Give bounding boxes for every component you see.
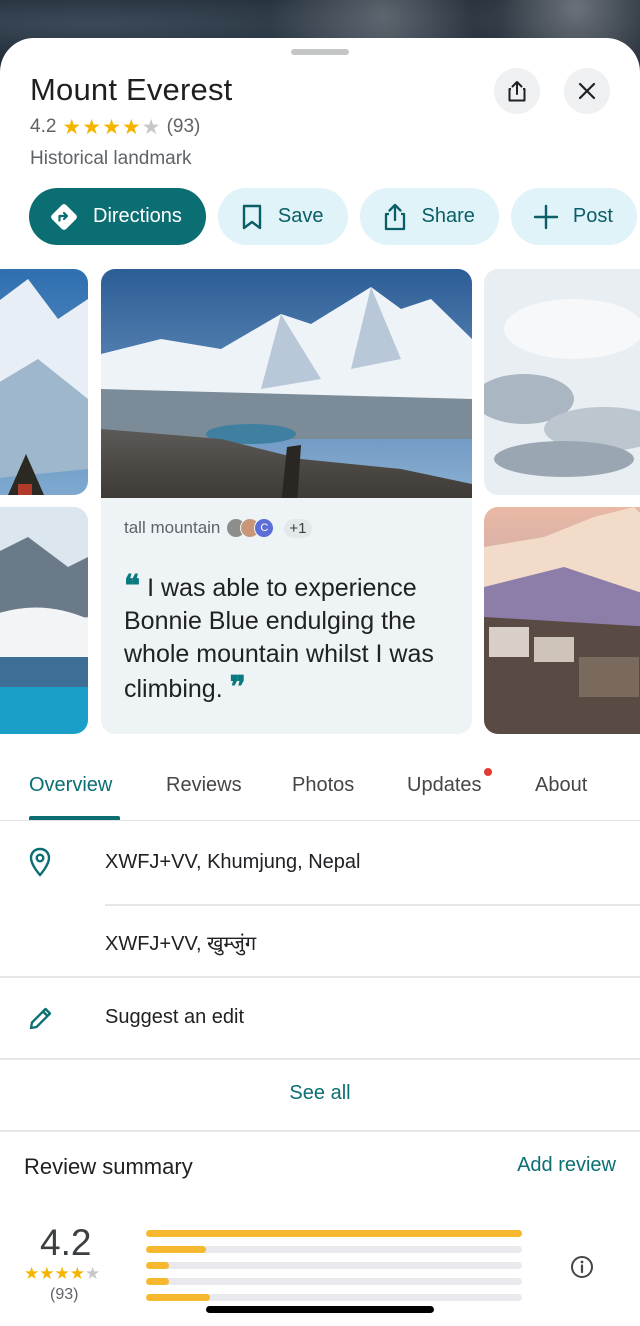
tab-reviews[interactable]: Reviews — [166, 774, 242, 797]
local-plus-code: XWFJ+VV, खुम्जुंग — [105, 933, 257, 955]
rating-stars: ★ ★ ★ ★ ★ — [62, 117, 160, 138]
directions-label: Directions — [93, 205, 182, 227]
share-button[interactable]: Share — [359, 188, 499, 245]
share-icon — [384, 203, 405, 230]
location-pin-icon — [29, 847, 51, 877]
save-label: Save — [277, 205, 324, 227]
photo-thumbnail[interactable] — [0, 507, 88, 734]
review-source-label: tall mountain — [124, 518, 221, 537]
suggest-edit-row[interactable]: Suggest an edit — [0, 977, 640, 1057]
directions-icon — [51, 203, 77, 230]
featured-photo[interactable] — [101, 269, 472, 505]
star-empty-icon: ★ — [141, 115, 161, 139]
add-review-button[interactable]: Add review — [517, 1154, 616, 1177]
open-quote-icon: ❝ — [124, 569, 141, 604]
star-icon: ★ — [102, 115, 121, 139]
tab-photos[interactable]: Photos — [292, 774, 354, 797]
place-title: Mount Everest — [30, 72, 233, 107]
reviewer-avatars: C — [226, 518, 275, 538]
rating-bar-fill — [146, 1230, 522, 1237]
photo-thumbnail[interactable] — [484, 269, 640, 495]
close-quote-icon: ❞ — [229, 670, 246, 705]
post-label: Post — [572, 205, 613, 227]
review-quote: ❝ I was able to experience Bonnie Blue e… — [124, 570, 454, 706]
star-icon: ★ — [82, 115, 102, 139]
bookmark-icon — [242, 204, 262, 229]
star-icon: ★ — [39, 1264, 55, 1283]
rating-bar-fill — [146, 1294, 210, 1301]
star-icon: ★ — [24, 1264, 40, 1283]
rating-bar-2 — [146, 1278, 522, 1285]
sheet-drag-handle[interactable] — [291, 49, 349, 55]
close-icon — [578, 82, 596, 100]
mountain-photo — [0, 269, 88, 495]
plus-code: XWFJ+VV, Khumjung, Nepal — [105, 851, 361, 873]
review-summary-title: Review summary — [24, 1154, 193, 1179]
review-text: I was able to experience Bonnie Blue end… — [124, 574, 434, 703]
mountain-photo — [0, 507, 88, 734]
share-sheet-button[interactable] — [494, 68, 540, 114]
avatar: C — [254, 518, 275, 538]
rating-bar-3 — [146, 1262, 522, 1269]
summary-stars: ★ ★ ★ ★ ★ — [24, 1264, 100, 1284]
review-source: tall mountain C +1 — [124, 518, 312, 538]
star-icon: ★ — [121, 115, 141, 139]
tab-overview[interactable]: Overview — [29, 774, 112, 797]
star-icon: ★ — [69, 1264, 85, 1283]
tab-about[interactable]: About — [535, 774, 587, 797]
info-icon[interactable] — [570, 1255, 594, 1279]
star-icon: ★ — [62, 115, 82, 139]
action-chips: Directions Save Share Post — [29, 188, 637, 245]
tab-bar: Overview Reviews Photos Updates About — [0, 762, 640, 821]
village-photo — [484, 507, 640, 734]
plus-icon — [533, 204, 559, 229]
rating-bar-fill — [146, 1262, 169, 1269]
directions-button[interactable]: Directions — [29, 188, 206, 245]
section-divider — [0, 1130, 640, 1132]
share-icon — [508, 81, 526, 102]
divider — [0, 1058, 640, 1060]
rating-row[interactable]: 4.2 ★ ★ ★ ★ ★ (93) — [30, 116, 200, 138]
rating-distribution — [146, 1230, 522, 1310]
summary-count: (93) — [50, 1286, 79, 1303]
photo-thumbnail[interactable] — [484, 507, 640, 734]
post-button[interactable]: Post — [510, 188, 637, 245]
close-button[interactable] — [564, 68, 610, 114]
star-empty-icon: ★ — [85, 1264, 101, 1283]
more-reviewers-count: +1 — [284, 518, 312, 538]
star-icon: ★ — [54, 1264, 70, 1283]
save-button[interactable]: Save — [217, 188, 348, 245]
rating-bar-fill — [146, 1246, 207, 1253]
pencil-icon — [29, 1007, 52, 1030]
rating-bar-1 — [146, 1294, 522, 1301]
rating-bar-5 — [146, 1230, 522, 1237]
plus-code-row[interactable]: XWFJ+VV, Khumjung, Nepal — [0, 823, 640, 903]
clouds-photo — [484, 269, 640, 495]
local-plus-code-row[interactable]: XWFJ+VV, खुम्जुंग — [0, 905, 640, 975]
photo-thumbnail[interactable] — [0, 269, 88, 495]
tab-updates[interactable]: Updates — [407, 774, 482, 797]
rating-value: 4.2 — [30, 116, 57, 137]
home-indicator[interactable] — [206, 1306, 434, 1313]
place-sheet: Mount Everest 4.2 ★ ★ ★ ★ ★ (93) Histori… — [0, 38, 640, 1326]
active-tab-indicator — [29, 816, 120, 820]
review-snippet-card[interactable]: tall mountain C +1 ❝ I was able to exper… — [101, 498, 472, 734]
rating-bar-fill — [146, 1278, 169, 1285]
rating-bar-4 — [146, 1246, 522, 1253]
suggest-edit-label: Suggest an edit — [105, 1006, 244, 1028]
everest-photo — [101, 269, 472, 505]
see-all-link[interactable]: See all — [0, 1082, 640, 1105]
share-label: Share — [421, 205, 475, 227]
place-category: Historical landmark — [30, 148, 192, 169]
summary-rating: 4.2 — [40, 1222, 92, 1263]
review-count: (93) — [166, 116, 201, 137]
updates-notification-dot — [484, 768, 492, 776]
